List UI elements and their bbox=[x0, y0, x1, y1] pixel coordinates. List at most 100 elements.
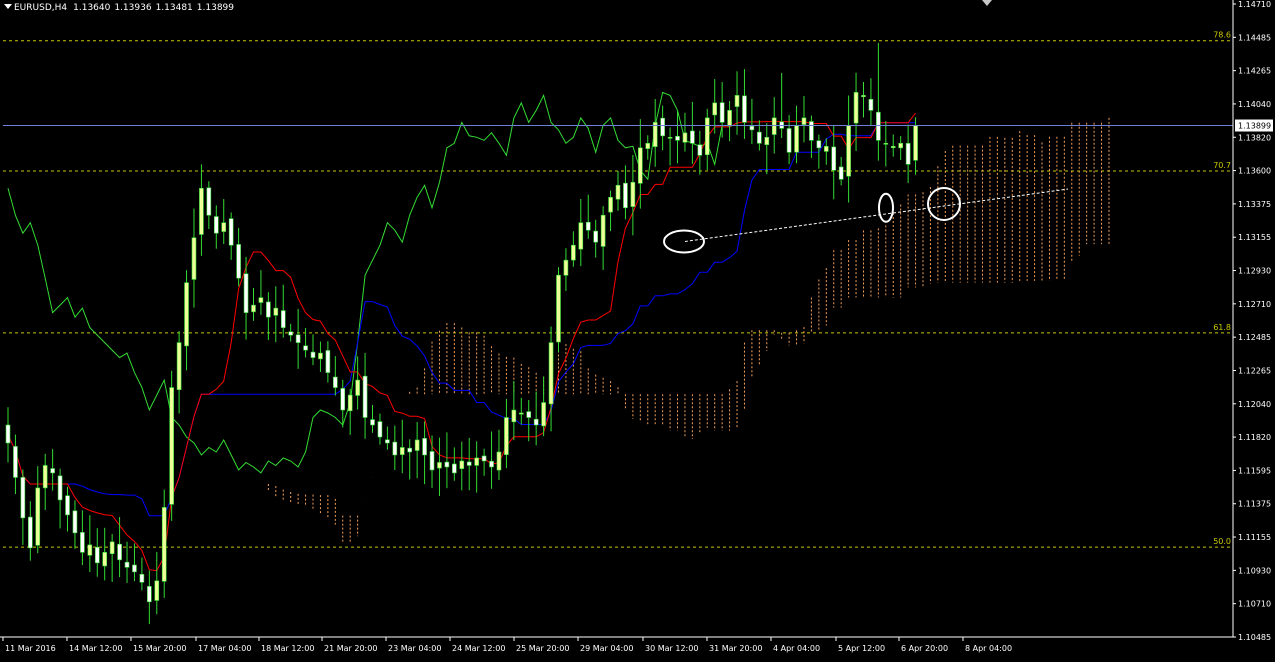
candle-body bbox=[221, 222, 227, 232]
candle-body bbox=[50, 468, 55, 474]
candle-body bbox=[132, 564, 137, 573]
candle-body bbox=[139, 574, 145, 583]
ascending-trendline bbox=[684, 188, 1069, 242]
candle-body bbox=[377, 421, 383, 438]
time-tick-label: 4 Apr 04:00 bbox=[773, 644, 820, 653]
price-tick-label: 1.13820 bbox=[1238, 133, 1271, 142]
candle-body bbox=[853, 92, 859, 124]
candle-body bbox=[80, 532, 85, 553]
candle-body bbox=[57, 475, 63, 501]
candle-body bbox=[28, 516, 33, 549]
candle-body bbox=[742, 95, 747, 123]
candle-body bbox=[541, 402, 546, 427]
candle-body bbox=[392, 441, 398, 456]
candle-body bbox=[660, 117, 665, 137]
candle-body bbox=[474, 457, 479, 466]
candle-body bbox=[600, 214, 606, 247]
candle-body bbox=[147, 586, 152, 603]
candle-body bbox=[117, 543, 122, 561]
candle-body bbox=[303, 345, 308, 351]
candle-body bbox=[228, 218, 234, 246]
candle-body bbox=[727, 110, 732, 127]
candle-body bbox=[13, 446, 18, 478]
time-tick-label: 6 Apr 20:00 bbox=[901, 644, 948, 653]
price-chart-plot[interactable]: 78.6 70.7 61.8 50.0 1.14710 1.14485 1.14265 1.1… bbox=[0, 0, 1275, 662]
candle-body bbox=[823, 146, 829, 152]
chart-window[interactable]: 78.6 70.7 61.8 50.0 1.14710 1.14485 1.14265 1.1… bbox=[0, 0, 1275, 662]
candle-body bbox=[169, 387, 174, 505]
candle-body bbox=[124, 561, 130, 568]
price-tick-label: 1.12265 bbox=[1238, 366, 1271, 375]
time-tick-label: 15 Mar 20:00 bbox=[133, 644, 186, 653]
price-tick-label: 1.10930 bbox=[1238, 566, 1271, 575]
price-tick-label: 1.12930 bbox=[1238, 267, 1271, 276]
candle-body bbox=[295, 334, 301, 343]
candle-body bbox=[318, 352, 323, 360]
candle-body bbox=[347, 394, 353, 412]
tenkan-sen-line bbox=[7, 112, 916, 572]
highlight-ellipse bbox=[663, 229, 705, 254]
candle-body bbox=[794, 125, 799, 153]
candle-body bbox=[682, 132, 688, 143]
candle-body bbox=[481, 455, 487, 462]
candle-body bbox=[466, 461, 472, 466]
price-tick-label: 1.10710 bbox=[1238, 600, 1271, 609]
time-tick-label: 21 Mar 20:00 bbox=[324, 644, 377, 653]
candle-body bbox=[578, 222, 584, 250]
candle-body bbox=[526, 411, 532, 418]
candle-body bbox=[452, 463, 457, 474]
candle-body bbox=[422, 438, 427, 456]
price-tick-label: 1.14040 bbox=[1238, 100, 1271, 109]
candle-body bbox=[437, 462, 442, 469]
candle-body bbox=[154, 580, 160, 601]
candle-body bbox=[630, 181, 636, 207]
collapse-triangle-icon[interactable] bbox=[4, 4, 12, 9]
fibo-level-label: 70.7 bbox=[1213, 161, 1231, 170]
chart-shift-marker-icon[interactable] bbox=[982, 0, 992, 6]
candle-body bbox=[176, 342, 182, 390]
candle-body bbox=[184, 282, 189, 347]
candle-body bbox=[757, 131, 762, 144]
candle-body bbox=[905, 143, 911, 165]
candle-body bbox=[511, 409, 517, 423]
candle-body bbox=[563, 259, 569, 276]
candle-body bbox=[288, 331, 293, 336]
price-tick-label: 1.13600 bbox=[1238, 167, 1271, 176]
candle-body bbox=[846, 125, 851, 177]
time-tick-label: 24 Mar 12:00 bbox=[452, 644, 505, 653]
candle-body bbox=[429, 451, 435, 471]
candle-body bbox=[533, 418, 539, 426]
candle-body bbox=[42, 465, 48, 489]
candle-body bbox=[280, 310, 286, 328]
time-tick-label: 29 Mar 04:00 bbox=[580, 644, 633, 653]
candle-body bbox=[199, 187, 204, 235]
price-tick-label: 1.10485 bbox=[1238, 633, 1271, 642]
candle-body bbox=[362, 375, 368, 418]
candle-body bbox=[399, 447, 405, 455]
candle-body bbox=[236, 244, 241, 279]
candle-body bbox=[72, 510, 78, 534]
candle-body bbox=[258, 297, 264, 303]
candle-body bbox=[809, 121, 814, 141]
price-tick-label: 1.11820 bbox=[1238, 433, 1271, 442]
time-tick-label: 5 Apr 12:00 bbox=[838, 644, 885, 653]
candle-body bbox=[355, 379, 360, 396]
candle-body bbox=[5, 424, 11, 444]
candle-body bbox=[213, 216, 219, 234]
time-tick-label: 11 Mar 2016 bbox=[5, 644, 56, 653]
time-tick-label: 18 Mar 12:00 bbox=[261, 644, 314, 653]
open-price: 1.13640 bbox=[73, 3, 111, 13]
candle-body bbox=[585, 221, 591, 231]
candle-body bbox=[638, 147, 643, 184]
candle-body bbox=[764, 137, 770, 145]
fibo-level-label: 61.8 bbox=[1213, 323, 1231, 332]
candle-body bbox=[690, 130, 695, 144]
candle-body bbox=[883, 143, 889, 145]
high-price: 1.13936 bbox=[114, 3, 152, 13]
candle-body bbox=[109, 541, 115, 554]
candle-body bbox=[333, 376, 338, 388]
candle-body bbox=[816, 140, 822, 149]
candle-body bbox=[667, 137, 673, 139]
price-tick-label: 1.13155 bbox=[1238, 233, 1271, 242]
candle-body bbox=[675, 135, 680, 141]
